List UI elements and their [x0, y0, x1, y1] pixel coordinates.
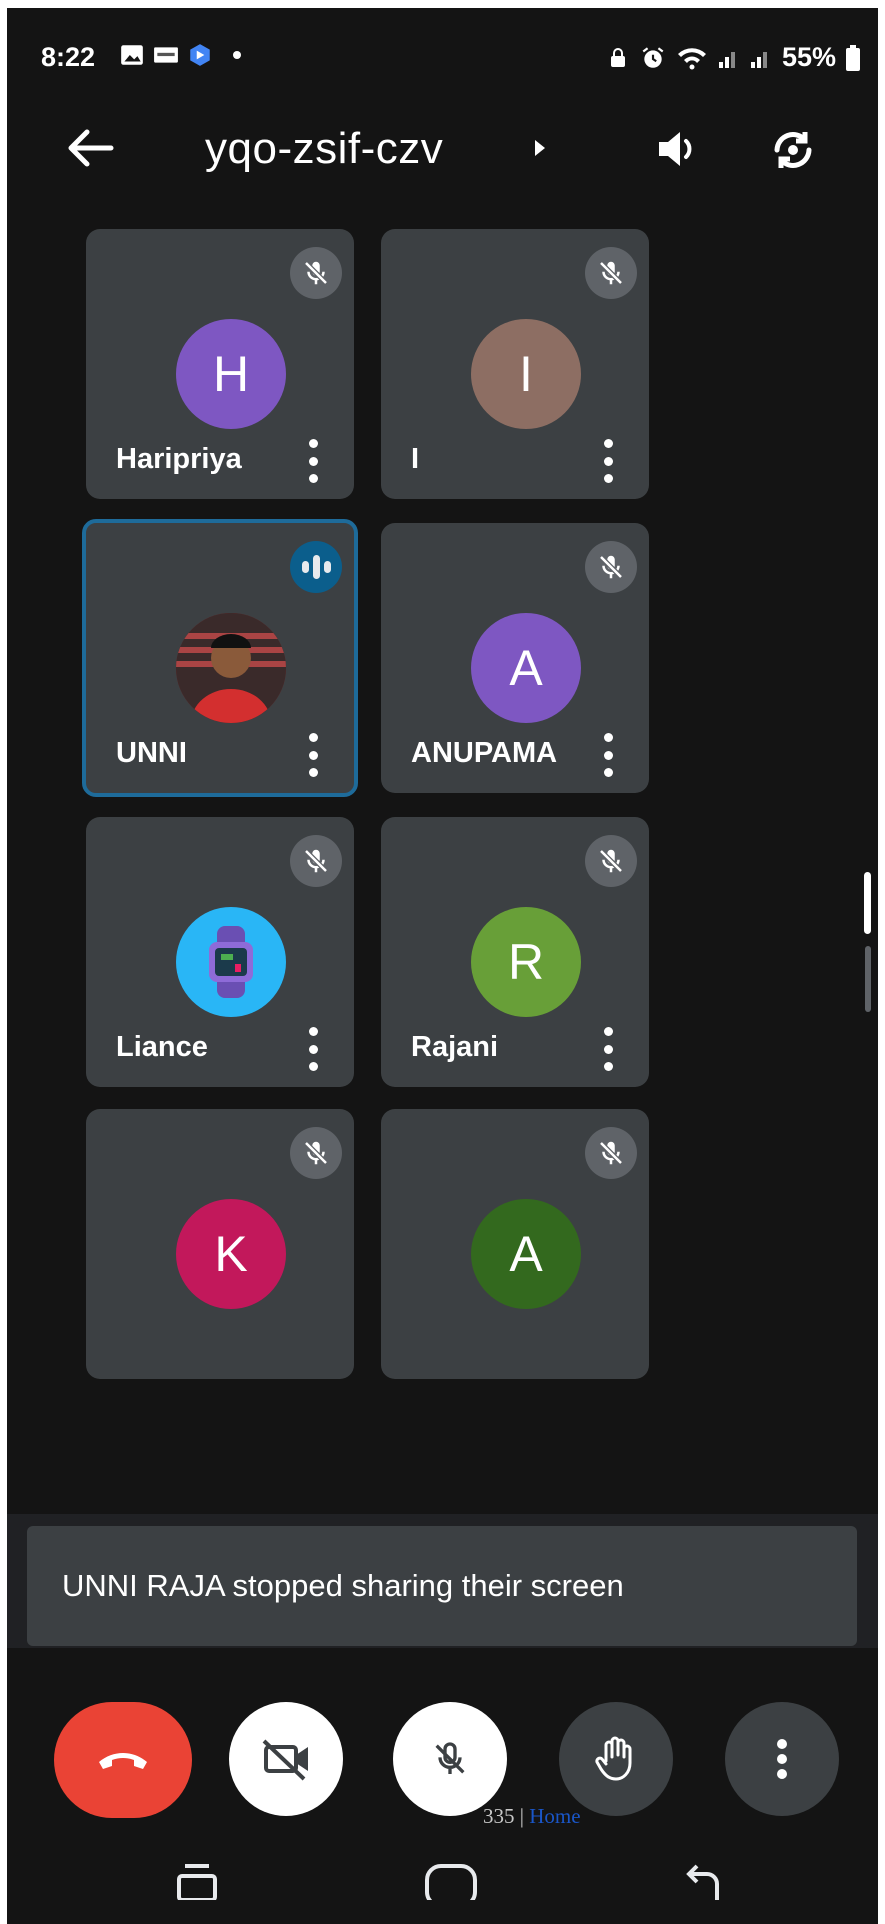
page-number: 335	[483, 1804, 515, 1828]
avatar: I	[471, 319, 581, 429]
raise-hand-icon	[595, 1736, 632, 1781]
meet-notification-icon	[190, 44, 210, 66]
home-icon[interactable]	[423, 1860, 479, 1900]
mic-off-icon	[290, 1127, 342, 1179]
toast-message: UNNI RAJA stopped sharing their screen	[62, 1568, 624, 1603]
more-vert-icon[interactable]	[308, 439, 318, 483]
participant-tile[interactable]: R Rajani	[381, 817, 649, 1087]
app-notification-icon	[154, 47, 178, 63]
avatar: R	[471, 907, 581, 1017]
more-options-button[interactable]	[725, 1702, 839, 1816]
scrollbar-thumb[interactable]	[864, 872, 871, 934]
participant-name: Liance	[116, 1031, 208, 1063]
participant-tile-speaking[interactable]: UNNI	[82, 519, 358, 797]
participant-tile[interactable]: A ANUPAMA	[381, 523, 649, 793]
battery-percent: 55%	[781, 42, 836, 72]
participant-name: UNNI	[116, 737, 187, 769]
mic-off-icon	[290, 835, 342, 887]
mic-toggle-button[interactable]	[393, 1702, 507, 1816]
more-vert-icon[interactable]	[603, 439, 613, 483]
more-vert-icon	[777, 1739, 787, 1779]
avatar: A	[471, 1199, 581, 1309]
page-footer-overlay: 335 | Home	[483, 1804, 581, 1829]
signal-icon	[718, 51, 735, 68]
avatar-smartwatch-image	[176, 907, 286, 1017]
signal-2-icon	[750, 51, 767, 68]
participant-tile[interactable]: I I	[381, 229, 649, 499]
scrollbar-track[interactable]	[865, 946, 871, 1012]
participant-name: I	[411, 443, 420, 475]
more-vert-icon[interactable]	[308, 1027, 318, 1071]
back-nav-icon[interactable]	[683, 1860, 723, 1900]
mic-off-icon	[585, 541, 637, 593]
mic-off-icon	[585, 1127, 637, 1179]
mic-off-icon	[585, 247, 637, 299]
status-bar: 8:22 55%	[7, 8, 878, 74]
hangup-button[interactable]	[54, 1702, 192, 1818]
mic-off-icon	[435, 1742, 465, 1774]
notification-icons	[119, 42, 241, 68]
call-controls	[7, 1648, 878, 1848]
system-nav-bar	[7, 1848, 878, 1924]
mic-off-icon	[290, 247, 342, 299]
participant-name: Haripriya	[116, 443, 242, 475]
raise-hand-button[interactable]	[559, 1702, 673, 1816]
participant-grid: H Haripriya I I UNNI A ANUPAMA Liance R …	[7, 214, 878, 1514]
participant-tile[interactable]: Liance	[86, 817, 354, 1087]
participant-tile[interactable]: K	[86, 1109, 354, 1379]
avatar: A	[471, 613, 581, 723]
recents-icon[interactable]	[175, 1860, 219, 1900]
meeting-code[interactable]: yqo-zsif-czv	[205, 124, 443, 174]
wifi-icon	[677, 47, 706, 69]
more-notifications-dot	[233, 51, 241, 59]
status-time: 8:22	[41, 42, 96, 72]
switch-camera-icon[interactable]	[767, 124, 819, 176]
avatar-photo	[176, 613, 286, 723]
app-frame: 8:22 55% yqo-zsif-czv H Haripriya I I UN…	[7, 8, 878, 1924]
back-arrow-icon[interactable]	[65, 128, 115, 168]
more-vert-icon[interactable]	[603, 1027, 613, 1071]
avatar: K	[176, 1199, 286, 1309]
participant-name: ANUPAMA	[411, 737, 558, 769]
speaking-indicator-icon	[290, 541, 342, 593]
mic-off-icon	[585, 835, 637, 887]
footer-separator: |	[519, 1804, 524, 1828]
lock-icon	[610, 47, 625, 67]
home-link[interactable]: Home	[529, 1804, 580, 1828]
more-vert-icon[interactable]	[308, 733, 318, 777]
participant-name: Rajani	[411, 1031, 499, 1063]
camera-toggle-button[interactable]	[229, 1702, 343, 1816]
participant-tile[interactable]: A	[381, 1109, 649, 1379]
alarm-icon	[642, 46, 664, 68]
speaker-icon[interactable]	[655, 126, 701, 172]
more-vert-icon[interactable]	[603, 733, 613, 777]
status-right: 55%	[606, 42, 860, 73]
camera-off-icon	[262, 1739, 308, 1781]
gallery-icon	[121, 45, 143, 65]
avatar: H	[176, 319, 286, 429]
participant-tile[interactable]: H Haripriya	[86, 229, 354, 499]
meeting-header: yqo-zsif-czv	[7, 74, 878, 214]
battery-icon	[846, 44, 860, 71]
snackbar-toast: UNNI RAJA stopped sharing their screen	[27, 1526, 857, 1646]
phone-hangup-icon	[99, 1753, 147, 1769]
caret-right-icon[interactable]	[535, 140, 545, 156]
